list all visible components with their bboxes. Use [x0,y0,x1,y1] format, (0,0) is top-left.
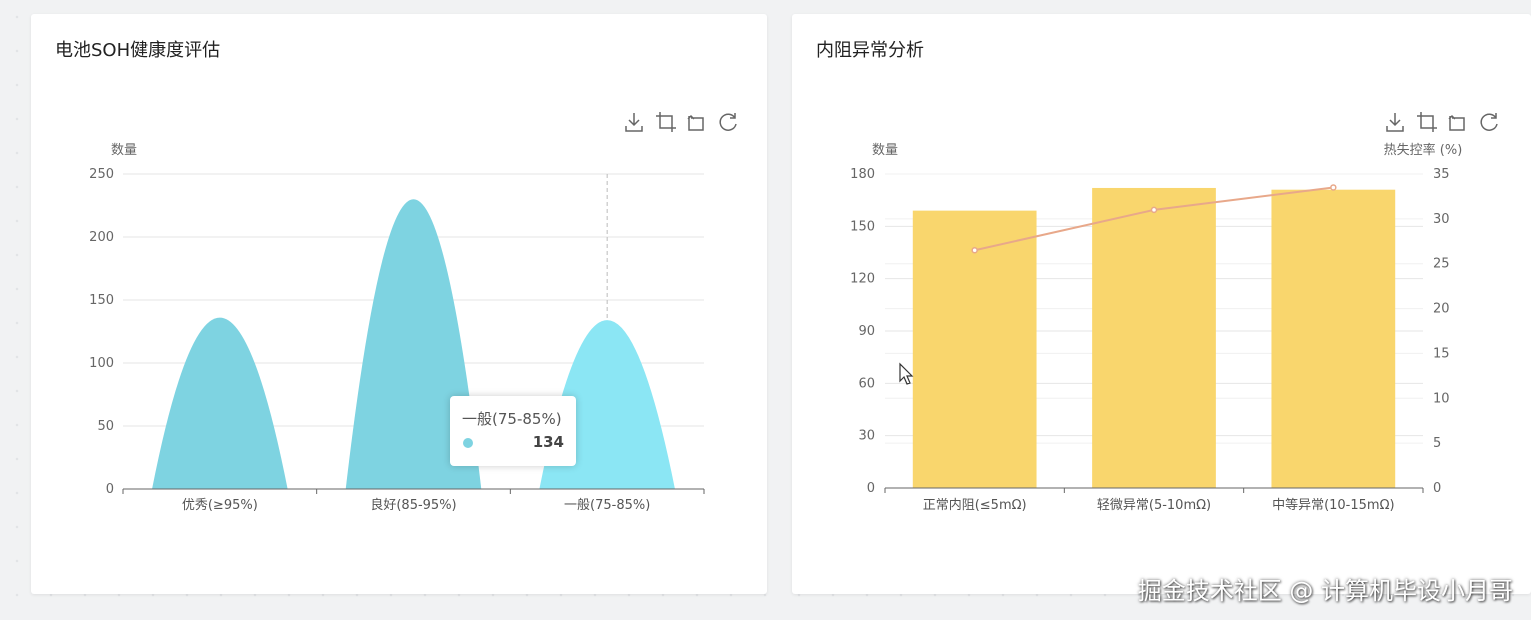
y-tick-label-right: 30 [1433,212,1450,227]
soh-chart: 数量050100150200250优秀(≥95%) 良好(85-95%) 一般(75… [89,112,1498,513]
line-point [1150,206,1158,214]
y-tick-label: 50 [97,419,114,434]
zoom-reset-icon[interactable] [1448,114,1465,131]
y-tick-label: 60 [858,376,875,391]
tooltip-label: 一般(75-85%) [462,410,562,428]
zoom-reset-icon[interactable] [687,114,704,131]
x-tick-label: 正常内阻(≤5mΩ) [923,497,1027,513]
y-tick-label-right: 35 [1433,167,1450,182]
chart-tooltip: 一般(75-85%) 134 [450,396,576,466]
y-tick-label: 180 [850,167,875,182]
y-tick-label: 30 [858,429,875,444]
y-tick-label-right: 10 [1433,391,1450,406]
tooltip-marker [463,438,473,448]
y-tick-label: 150 [89,293,114,308]
y-tick-label: 150 [850,219,875,234]
line-point [971,247,978,254]
download-icon[interactable] [625,113,643,132]
line-point [1330,184,1337,191]
bar [1271,189,1396,488]
tooltip-value: 134 [532,433,564,451]
y-axis-label-right: 热失控率 (%) [1384,142,1463,158]
x-tick-label: 中等异常(10-15mΩ) [1272,497,1395,513]
zoom-icon[interactable] [656,112,676,132]
y-axis-label: 数量 [872,143,898,158]
y-tick-label: 0 [867,481,875,496]
x-tick-label: 良好(85-95%) [370,497,456,513]
x-tick-label: 一般(75-85%) [564,497,650,513]
y-tick-label-right: 5 [1433,436,1441,451]
y-tick-label: 120 [850,272,875,287]
y-tick-label-right: 20 [1433,302,1450,317]
restore-icon[interactable] [1480,113,1498,131]
y-tick-label: 200 [89,230,114,245]
peak-bar [152,317,288,489]
restore-icon[interactable] [719,113,737,131]
x-tick-label: 轻微异常(5-10mΩ) [1097,498,1211,513]
x-tick-label: 优秀(≥95%) [182,498,258,513]
download-icon[interactable] [1386,113,1404,132]
bar [1092,187,1216,488]
watermark: 掘金技术社区 @ 计算机毕设小月哥 [1137,577,1513,605]
y-tick-label: 0 [106,482,114,497]
y-tick-label: 250 [89,167,114,182]
y-tick-label: 100 [89,356,114,371]
y-tick-label-right: 15 [1433,346,1450,361]
y-axis-label: 数量 [111,143,137,158]
y-tick-label-right: 25 [1433,257,1450,272]
zoom-icon[interactable] [1417,112,1437,132]
y-tick-label-right: 0 [1433,481,1441,496]
mouse-pointer-icon [899,362,914,385]
y-tick-label: 90 [858,324,875,339]
